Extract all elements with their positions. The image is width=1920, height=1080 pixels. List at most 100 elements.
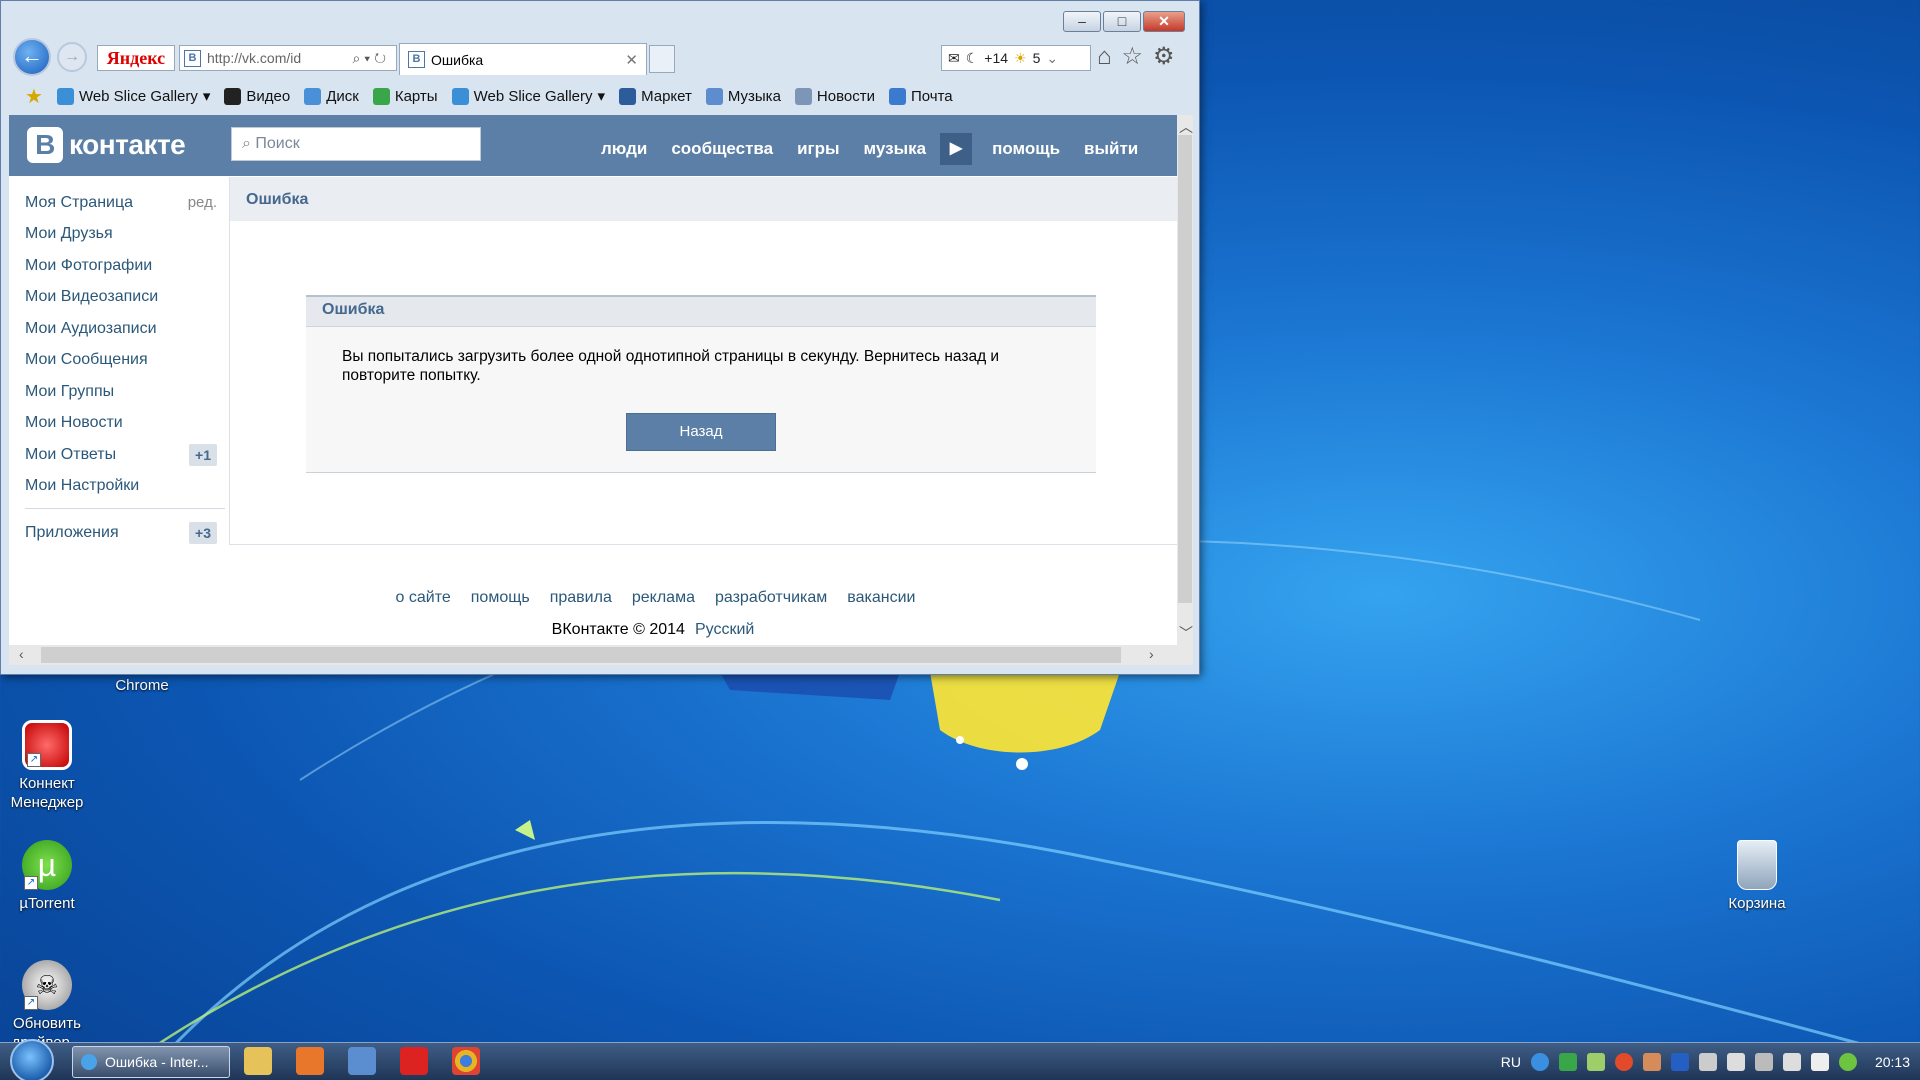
play-icon[interactable]: ▶ [940, 133, 973, 165]
footer-link-help[interactable]: помощь [471, 589, 530, 607]
favorites-item[interactable]: Web Slice Gallery ▾ [56, 87, 210, 105]
scroll-up-icon[interactable]: ︿ [1179, 117, 1193, 137]
system-tray: RU 20:13 [1501, 1043, 1910, 1080]
home-icon[interactable]: ⌂ [1097, 45, 1112, 69]
sidebar-item-answers[interactable]: Мои Ответы +1 [25, 439, 225, 471]
search-input[interactable]: ⌕ Поиск [231, 127, 481, 161]
ie-icon [451, 87, 469, 105]
favorites-item[interactable]: Web Slice Gallery ▾ [451, 87, 605, 105]
favorites-star-icon[interactable]: ★ [25, 84, 43, 109]
bluetooth-icon[interactable] [1670, 1053, 1689, 1071]
vk-logo-text: контакте [69, 129, 186, 160]
taskbar-task-ie[interactable]: Ошибка - Inter... [72, 1046, 230, 1078]
horizontal-scrollbar[interactable]: ‹ › [9, 645, 1193, 665]
sync-icon[interactable] [1586, 1053, 1605, 1071]
sidebar-item-videos[interactable]: Мои Видеозаписи [25, 282, 225, 314]
scroll-right-icon[interactable]: › [1149, 646, 1154, 662]
vertical-scrollbar[interactable]: ︿ ﹀ [1177, 115, 1193, 645]
browser-window: – □ ✕ ← → Яндекс B http://vk.com/id ⌕▾↻ … [0, 0, 1200, 675]
back-button[interactable]: Назад [626, 413, 776, 451]
connect-manager-desktop-icon[interactable]: ↗ Коннект Менеджер [2, 720, 92, 812]
url-field[interactable]: B http://vk.com/id ⌕▾↻ [179, 45, 397, 71]
chrome-desktop-label[interactable]: Chrome [95, 677, 189, 694]
forward-button[interactable]: → [57, 42, 87, 72]
edit-link[interactable]: ред. [188, 194, 217, 211]
explorer-icon[interactable] [244, 1047, 272, 1075]
sidebar-item-apps[interactable]: Приложения +3 [25, 517, 225, 549]
nav-music[interactable]: музыка [864, 139, 927, 159]
sidebar-item-friends[interactable]: Мои Друзья [25, 219, 225, 251]
url-text[interactable]: http://vk.com/id [207, 50, 346, 66]
sidebar-item-audio[interactable]: Мои Аудиозаписи [25, 313, 225, 345]
favorites-item[interactable]: Маркет [619, 87, 692, 105]
weather-count[interactable]: 5 [1033, 50, 1041, 66]
recycle-bin-desktop-icon[interactable]: Корзина [1712, 840, 1802, 913]
scroll-down-icon[interactable]: ﹀ [1179, 623, 1193, 643]
utorrent-desktop-icon[interactable]: µ ↗ µTorrent [2, 840, 92, 913]
app-icon[interactable] [348, 1047, 376, 1075]
footer-link-ads[interactable]: реклама [632, 589, 695, 607]
info-icon[interactable] [1530, 1053, 1549, 1071]
new-tab-button[interactable] [649, 45, 675, 73]
favorites-item[interactable]: Диск [304, 87, 359, 105]
vk-favicon-icon: B [184, 49, 201, 67]
footer-link-jobs[interactable]: вакансии [847, 589, 915, 607]
maximize-button[interactable]: □ [1103, 11, 1141, 32]
scroll-thumb[interactable] [41, 647, 1121, 663]
sidebar-item-news[interactable]: Мои Новости [25, 408, 225, 440]
nav-games[interactable]: игры [797, 139, 839, 159]
search-refresh-icons[interactable]: ⌕▾↻ [346, 50, 396, 67]
battery-icon[interactable] [1810, 1053, 1829, 1071]
favorites-item[interactable]: Новости [794, 87, 875, 105]
mail-icon[interactable]: ✉ [948, 50, 960, 67]
close-tab-icon[interactable]: ✕ [625, 51, 646, 69]
back-button[interactable]: ← [13, 38, 51, 76]
vk-logo[interactable]: В контакте [27, 127, 186, 163]
start-button[interactable] [10, 1039, 54, 1080]
network-signal-icon[interactable] [1754, 1053, 1773, 1071]
close-button[interactable]: ✕ [1143, 11, 1185, 32]
footer-link-about[interactable]: о сайте [396, 589, 451, 607]
sidebar-item-settings[interactable]: Мои Настройки [25, 471, 225, 503]
yandex-icon[interactable] [400, 1047, 428, 1075]
sidebar-item-groups[interactable]: Мои Группы [25, 376, 225, 408]
language-indicator[interactable]: RU [1501, 1054, 1521, 1070]
footer-link-developers[interactable]: разработчикам [715, 589, 827, 607]
flash-icon[interactable] [1614, 1053, 1633, 1071]
vk-top-nav: люди сообщества игры музыка ▶ помощь вый… [601, 133, 1138, 165]
favorites-star-icon[interactable]: ☆ [1122, 45, 1144, 69]
speaker-icon[interactable] [1782, 1053, 1801, 1071]
action-center-flag-icon[interactable] [1726, 1053, 1745, 1071]
display-icon[interactable] [1698, 1053, 1717, 1071]
sidebar-item-my-page[interactable]: Моя Страница ред. [25, 187, 225, 219]
security-icon[interactable] [1558, 1053, 1577, 1071]
footer-link-rules[interactable]: правила [550, 589, 612, 607]
nav-help[interactable]: помощь [992, 139, 1060, 159]
nav-communities[interactable]: сообщества [671, 139, 773, 159]
favorites-item[interactable]: Видео [224, 87, 291, 105]
chrome-icon[interactable] [452, 1047, 480, 1075]
mail-count[interactable]: +14 [984, 50, 1008, 66]
scroll-left-icon[interactable]: ‹ [19, 646, 24, 662]
driver-update-desktop-icon[interactable]: ☠ ↗ Обновить драйвер... [2, 960, 92, 1052]
favorites-item[interactable]: Карты [372, 87, 438, 105]
language-link[interactable]: Русский [695, 621, 754, 638]
favorites-item[interactable]: Почта [889, 87, 953, 105]
favorites-label: Видео [246, 87, 291, 105]
yandex-button[interactable]: Яндекс [97, 45, 175, 71]
utorrent-tray-icon[interactable] [1838, 1053, 1857, 1071]
volume-icon[interactable] [1642, 1053, 1661, 1071]
tab-active[interactable]: B Ошибка ✕ [399, 43, 647, 75]
sidebar-item-photos[interactable]: Мои Фотографии [25, 250, 225, 282]
nav-people[interactable]: люди [601, 139, 647, 159]
sidebar-item-messages[interactable]: Мои Сообщения [25, 345, 225, 377]
vk-header: В контакте ⌕ Поиск люди сообщества игры … [9, 115, 1177, 176]
gear-icon[interactable]: ⚙ [1153, 45, 1175, 69]
media-player-icon[interactable] [296, 1047, 324, 1075]
favorites-item[interactable]: Музыка [705, 87, 781, 105]
minimize-button[interactable]: – [1063, 11, 1101, 32]
chevron-down-icon[interactable]: ⌄ [1046, 50, 1058, 67]
clock[interactable]: 20:13 [1875, 1054, 1910, 1070]
scroll-thumb[interactable] [1178, 135, 1192, 603]
nav-logout[interactable]: выйти [1084, 139, 1138, 159]
